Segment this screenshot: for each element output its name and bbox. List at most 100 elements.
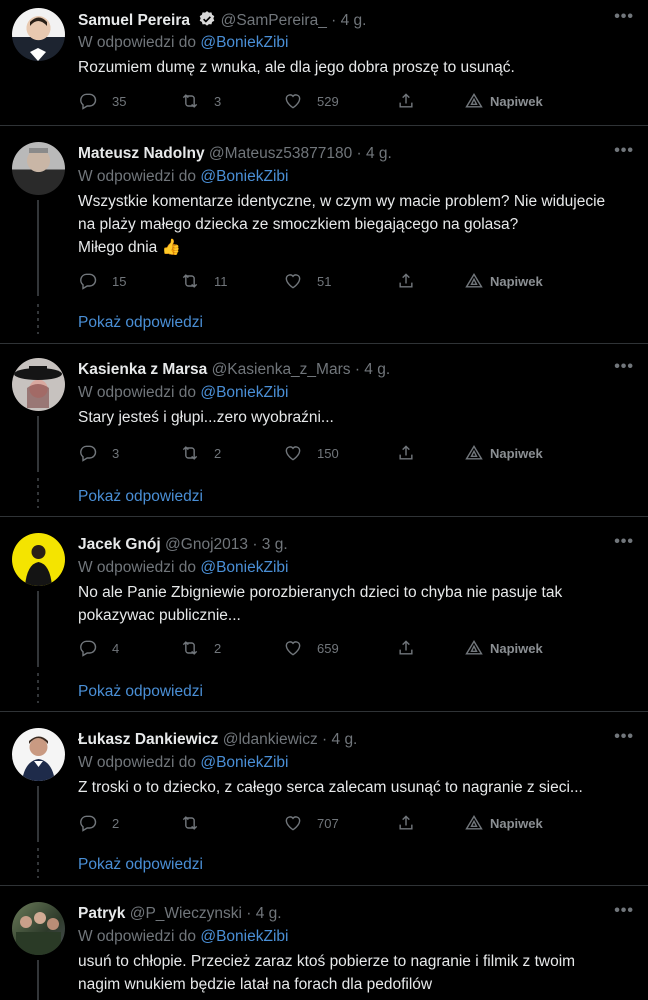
like-button[interactable]: 150 [283,442,339,464]
reply-to-link[interactable]: @BoniekZibi [200,168,288,185]
retweet-button[interactable]: 3 [180,90,221,112]
more-options-icon[interactable]: ••• [614,8,634,26]
heart-icon [285,816,301,831]
reply-button[interactable]: 2 [78,812,119,834]
tweet-header: Kasienka z Marsa @Kasienka_z_Mars · 4 g. [78,360,608,380]
share-icon [399,640,413,655]
tip-icon [465,814,483,830]
timestamp[interactable]: · 3 g. [252,536,287,553]
share-icon [399,445,413,460]
author-name[interactable]: Samuel Pereira [78,12,190,29]
tweet-text-line: usuń to chłopie. Przecież zaraz ktoś pob… [78,953,576,970]
show-replies-link[interactable]: Pokaż odpowiedzi [78,314,203,332]
reply-button[interactable]: 4 [78,637,119,659]
avatar[interactable] [12,358,65,411]
tip-button[interactable]: Napiwek [464,90,543,112]
show-replies-link[interactable]: Pokaż odpowiedzi [78,683,203,701]
tweet[interactable]: Jacek Gnój @Gnoj2013 · 3 g. ••• W odpowi… [0,517,648,712]
reply-to-link[interactable]: @BoniekZibi [200,928,288,945]
avatar[interactable] [12,142,65,195]
author-name[interactable]: Jacek Gnój [78,536,161,553]
share-button[interactable] [396,637,416,659]
thread-dots [37,673,39,703]
author-name[interactable]: Kasienka z Marsa [78,361,207,378]
reply-to-link[interactable]: @BoniekZibi [200,34,288,51]
show-replies-link[interactable]: Pokaż odpowiedzi [78,488,203,506]
retweet-button[interactable]: 2 [180,442,221,464]
retweet-button[interactable] [180,812,214,834]
retweet-button[interactable]: 11 [180,270,228,292]
author-handle[interactable]: @Kasienka_z_Mars [212,361,351,378]
retweet-icon [182,274,198,288]
tweet[interactable]: Samuel Pereira @SamPereira_ · 4 g. ••• W… [0,0,648,126]
tip-label: Napiwek [490,93,543,109]
author-handle[interactable]: @ldankiewicz [223,731,318,748]
reply-context: W odpowiedzi do @BoniekZibi [78,167,288,187]
like-button[interactable]: 529 [283,90,339,112]
like-count: 51 [317,273,332,289]
author-name[interactable]: Mateusz Nadolny [78,145,205,162]
more-options-icon[interactable]: ••• [614,358,634,376]
share-button[interactable] [396,812,416,834]
timestamp[interactable]: · 4 g. [355,361,390,378]
tip-button[interactable]: Napiwek [464,270,543,292]
like-button[interactable]: 659 [283,637,339,659]
avatar[interactable] [12,8,65,61]
reply-icon [80,640,97,657]
tip-icon [465,272,483,288]
reply-context: W odpowiedzi do @BoniekZibi [78,558,288,578]
reply-button[interactable]: 15 [78,270,126,292]
retweet-count: 2 [214,640,222,656]
retweet-button[interactable]: 2 [180,637,221,659]
reply-to-link[interactable]: @BoniekZibi [200,754,288,771]
more-options-icon[interactable]: ••• [614,902,634,920]
reply-prefix: W odpowiedzi do [78,168,197,185]
avatar[interactable] [12,902,65,955]
more-options-icon[interactable]: ••• [614,142,634,160]
share-button[interactable] [396,442,416,464]
avatar-image [29,148,48,153]
tip-button[interactable]: Napiwek [464,442,543,464]
reply-context: W odpowiedzi do @BoniekZibi [78,33,288,53]
more-options-icon[interactable]: ••• [614,728,634,746]
reply-context: W odpowiedzi do @BoniekZibi [78,753,288,773]
share-button[interactable] [396,270,416,292]
tweet-actions: 35 3 529 Napiwek [78,90,628,112]
thread-dots [37,478,39,508]
reply-button[interactable]: 3 [78,442,119,464]
tip-label: Napiwek [490,273,543,289]
reply-to-link[interactable]: @BoniekZibi [200,559,288,576]
author-handle[interactable]: @SamPereira_ [221,12,327,29]
tweet-header: Mateusz Nadolny @Mateusz53877180 · 4 g. [78,144,608,164]
timestamp[interactable]: · 4 g. [322,731,357,748]
timestamp[interactable]: · 4 g. [331,12,366,29]
reply-button[interactable]: 35 [78,90,126,112]
share-icon [399,815,413,830]
tip-button[interactable]: Napiwek [464,637,543,659]
tweet[interactable]: Łukasz Dankiewicz @ldankiewicz · 4 g. ••… [0,712,648,886]
author-name[interactable]: Łukasz Dankiewicz [78,731,218,748]
author-handle[interactable]: @Mateusz53877180 [209,145,352,162]
timestamp[interactable]: · 4 g. [357,145,392,162]
more-options-icon[interactable]: ••• [614,533,634,551]
share-button[interactable] [396,90,416,112]
tweet[interactable]: Patryk @P_Wieczynski · 4 g. ••• W odpowi… [0,886,648,1000]
avatar-image [30,17,47,61]
author-handle[interactable]: @Gnoj2013 [165,536,248,553]
heart-icon [285,641,301,656]
author-name[interactable]: Patryk [78,905,125,922]
tweet[interactable]: Kasienka z Marsa @Kasienka_z_Mars · 4 g.… [0,344,648,517]
like-button[interactable]: 51 [283,270,331,292]
tweet[interactable]: Mateusz Nadolny @Mateusz53877180 · 4 g. … [0,126,648,344]
avatar[interactable] [12,728,65,781]
timestamp[interactable]: · 4 g. [246,905,281,922]
show-replies-link[interactable]: Pokaż odpowiedzi [78,856,203,874]
author-handle[interactable]: @P_Wieczynski [130,905,242,922]
tip-label: Napiwek [490,815,543,831]
avatar[interactable] [12,533,65,586]
tip-icon [465,444,483,460]
like-count: 529 [317,93,339,109]
tip-button[interactable]: Napiwek [464,812,543,834]
like-button[interactable]: 707 [283,812,339,834]
reply-to-link[interactable]: @BoniekZibi [200,384,288,401]
